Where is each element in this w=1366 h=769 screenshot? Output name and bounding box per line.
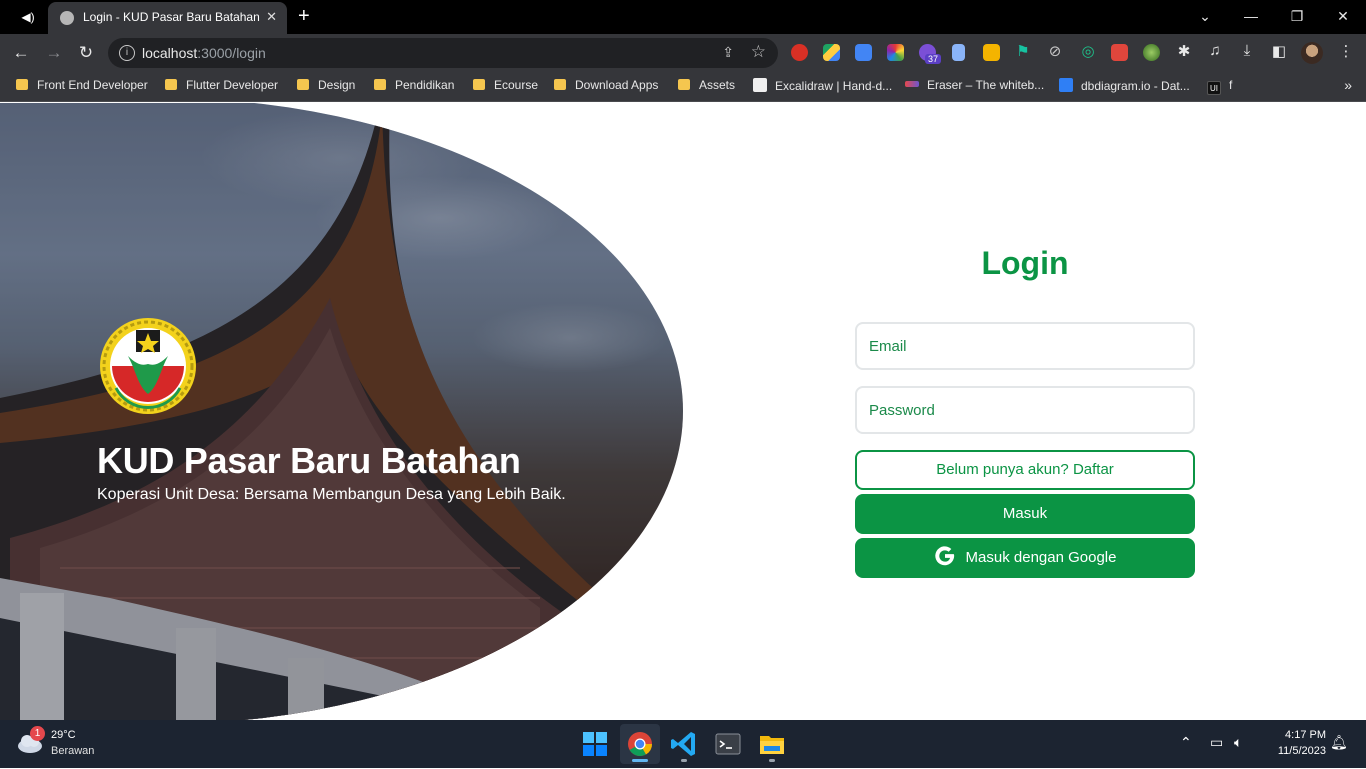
taskbar-vscode[interactable] [664,724,704,764]
browser-tabstrip: ◀) Login - KUD Pasar Baru Batahan ✕ + ⌄ … [0,0,1366,34]
windows-taskbar: 29°C Berawan ⌃ ▭ 🔈︎ 4:17 PM 11/5/2023 🔔︎ [0,720,1366,768]
url-text[interactable]: localhost:3000/login [142,45,266,61]
side-panel-icon[interactable]: ◧ [1269,42,1289,60]
terminal-icon [715,733,741,755]
restore-button[interactable]: ❐ [1274,4,1320,28]
bookmark-eraser[interactable]: Eraser – The whiteb... [905,78,1044,92]
new-tab-button[interactable]: + [298,5,310,28]
brand-title: KUD Pasar Baru Batahan [97,440,521,481]
chrome-icon [628,732,652,757]
profile-avatar[interactable] [1301,42,1323,64]
speaker-icon[interactable]: ◀) [16,8,40,26]
chevron-up-icon[interactable]: ⌃ [1180,734,1192,751]
excalidraw-icon [753,78,767,92]
windows-start-icon [583,732,607,756]
extensions-puzzle-icon[interactable]: ✱ [1174,42,1194,60]
browser-tab-active[interactable]: Login - KUD Pasar Baru Batahan ✕ [48,2,287,34]
taskbar-file-explorer[interactable] [752,724,792,764]
volume-icon[interactable]: 🔈︎ [1234,734,1242,751]
folder-icon [554,79,566,90]
close-icon[interactable]: ✕ [266,9,277,25]
clock-date[interactable]: 11/5/2023 [1262,745,1326,757]
browser-toolbar: ← → ↻ i localhost:3000/login ⇪ ☆ 37 ⚑ ⊘ … [0,34,1366,72]
forward-button[interactable]: → [42,41,66,65]
chevron-double-right-icon[interactable]: » [1344,77,1352,93]
extension-red-icon[interactable] [791,44,808,61]
google-login-label: Masuk dengan Google [965,549,1117,566]
active-indicator [632,759,648,762]
eraser-icon [905,81,919,87]
ui-icon: UI [1207,81,1221,95]
folder-icon [16,79,28,90]
color-picker-icon[interactable] [887,44,904,61]
info-icon[interactable]: i [119,45,135,61]
email-input[interactable] [857,324,1193,368]
network-icon[interactable]: ▭ [1210,734,1223,751]
google-login-button[interactable]: Masuk dengan Google [855,538,1195,578]
download-icon[interactable]: ⤓ [1237,42,1257,59]
media-control-icon[interactable]: ♫ [1205,42,1225,59]
bookmark-folder[interactable]: Front End Developer [16,78,148,92]
folder-icon [374,79,386,90]
extension-yellow-icon[interactable] [983,44,1000,61]
running-indicator [769,759,775,762]
docs-icon[interactable] [952,44,965,61]
bookmarks-bar: Front End Developer Flutter Developer De… [0,72,1366,102]
google-icon [934,546,954,566]
bookmark-folder[interactable]: Design [297,78,355,92]
google-translate-icon[interactable] [855,44,872,61]
vscode-icon [671,732,695,756]
globe-icon [60,11,74,25]
weather-description[interactable]: Berawan [51,745,94,757]
back-button[interactable]: ← [9,41,33,65]
bookmark-folder[interactable]: Flutter Developer [165,78,278,92]
folder-icon [297,79,309,90]
kud-logo [100,318,196,414]
bookmark-folder[interactable]: Ecourse [473,78,538,92]
folder-icon [678,79,690,90]
login-title: Login [981,245,1069,281]
bookmark-folder[interactable]: Pendidikan [374,78,454,92]
password-input[interactable] [857,388,1193,432]
google-drive-icon[interactable] [823,44,840,61]
bookmark-folder[interactable]: Download Apps [554,78,658,92]
bookmark-ui[interactable]: UI f [1207,78,1232,95]
window-close-button[interactable]: ✕ [1320,4,1366,28]
address-bar[interactable]: i localhost:3000/login ⇪ ☆ [108,38,778,68]
bookmark-folder[interactable]: Assets [678,78,735,92]
menu-kebab-icon[interactable]: ⋮ [1336,42,1356,60]
share-icon[interactable]: ⇪ [722,44,734,61]
extension-teal-icon[interactable]: ⚑ [1013,42,1033,60]
weather-temperature[interactable]: 29°C [51,729,76,741]
bell-icon[interactable]: 🔔︎ [1330,734,1348,751]
extension-red-square-icon[interactable] [1111,44,1128,61]
dbdiagram-icon [1059,78,1073,92]
login-button[interactable]: Masuk [855,494,1195,534]
folder-icon [760,736,784,754]
taskbar-terminal[interactable] [708,724,748,764]
folder-icon [165,79,177,90]
bookmark-dbdiagram[interactable]: dbdiagram.io - Dat... [1059,78,1190,93]
running-indicator [681,759,687,762]
brand-subtitle: Koperasi Unit Desa: Bersama Membangun De… [97,486,566,503]
folder-icon [473,79,485,90]
minimize-button[interactable]: — [1228,4,1274,28]
login-page: KUD Pasar Baru Batahan Koperasi Unit Des… [0,103,1366,720]
taskbar-chrome[interactable] [620,724,660,764]
email-field[interactable] [855,322,1195,370]
register-button[interactable]: Belum punya akun? Daftar [855,450,1195,490]
extension-green-ring-icon[interactable]: ◎ [1078,42,1098,60]
extension-globe-icon[interactable] [1143,44,1160,61]
extension-badge: 37 [925,54,942,64]
weather-notification-badge: 1 [30,726,45,741]
bookmark-star-icon[interactable]: ☆ [751,42,766,62]
clock-time[interactable]: 4:17 PM [1270,729,1326,741]
start-button[interactable] [575,724,615,764]
tab-title: Login - KUD Pasar Baru Batahan [83,10,260,24]
chevron-down-icon[interactable]: ⌄ [1182,4,1228,28]
bookmark-excalidraw[interactable]: Excalidraw | Hand-d... [753,78,892,93]
reload-button[interactable]: ↻ [74,41,98,65]
compass-icon[interactable]: ⊘ [1045,42,1065,60]
password-field[interactable] [855,386,1195,434]
